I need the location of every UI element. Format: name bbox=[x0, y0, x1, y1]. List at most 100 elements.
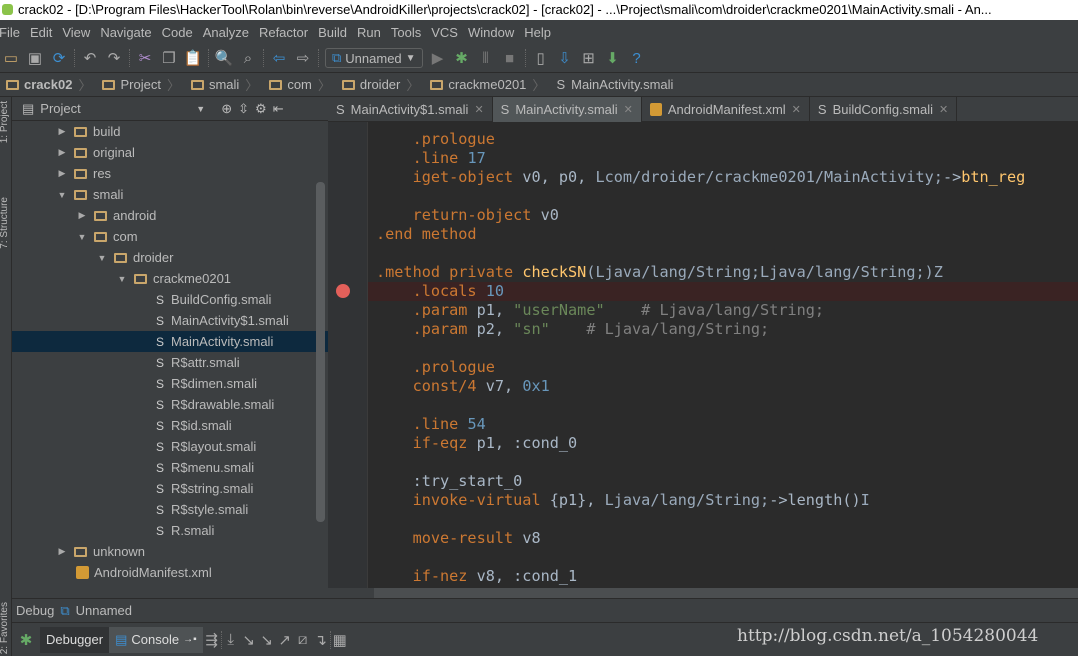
run-icon[interactable]: ▶ bbox=[429, 49, 447, 67]
project-tool-button[interactable]: 1: Project bbox=[0, 101, 10, 143]
menu-run[interactable]: Run bbox=[357, 25, 381, 40]
android-icon[interactable]: ⬇ bbox=[604, 49, 622, 67]
step-over-icon[interactable]: ⤓ bbox=[222, 631, 240, 649]
collapse-all-icon[interactable]: ⇳ bbox=[238, 101, 249, 117]
tab-debugger[interactable]: Debugger bbox=[40, 626, 110, 653]
menu-analyze[interactable]: Analyze bbox=[203, 25, 249, 40]
stop-icon[interactable]: ■ bbox=[501, 49, 519, 67]
menu-help[interactable]: Help bbox=[524, 25, 551, 40]
redo-icon[interactable]: ↷ bbox=[105, 49, 123, 67]
close-tab-icon[interactable]: ✕ bbox=[792, 103, 801, 116]
undo-icon[interactable]: ↶ bbox=[81, 49, 99, 67]
tree-item[interactable]: AndroidManifest.xml bbox=[12, 562, 328, 583]
tree-item[interactable]: ▶ android bbox=[12, 205, 328, 226]
breadcrumb-item[interactable]: crack02 〉 bbox=[0, 75, 96, 94]
tree-item[interactable]: S MainActivity$1.smali bbox=[12, 310, 328, 331]
back-icon[interactable]: ⇦ bbox=[270, 49, 288, 67]
tab-mainactivity-1-smali[interactable]: S MainActivity$1.smali ✕ bbox=[328, 97, 493, 122]
tree-item[interactable]: ▼ com bbox=[12, 226, 328, 247]
tree-item[interactable]: ▶ res bbox=[12, 163, 328, 184]
close-tab-icon[interactable]: ✕ bbox=[624, 103, 633, 116]
favorites-tool-button[interactable]: 2: Favorites bbox=[0, 602, 10, 654]
step-out-icon[interactable]: ↗ bbox=[276, 631, 294, 649]
breadcrumb-item[interactable]: Project 〉 bbox=[96, 75, 184, 94]
menu-file[interactable]: File bbox=[0, 25, 20, 40]
tab-buildconfig-smali[interactable]: S BuildConfig.smali ✕ bbox=[810, 97, 958, 122]
tree-item[interactable]: S R$layout.smali bbox=[12, 436, 328, 457]
close-tab-icon[interactable]: ✕ bbox=[939, 103, 948, 116]
sync-icon[interactable]: ⟳ bbox=[50, 49, 68, 67]
tree-item[interactable]: S R$dimen.smali bbox=[12, 373, 328, 394]
project-view-selector[interactable]: Project bbox=[40, 101, 190, 116]
menu-tools[interactable]: Tools bbox=[391, 25, 421, 40]
tree-item[interactable]: ▼ crackme0201 bbox=[12, 268, 328, 289]
breadcrumb-item[interactable]: S MainActivity.smali bbox=[550, 77, 678, 92]
sdk-manager-icon[interactable]: ⇩ bbox=[556, 49, 574, 67]
breakpoint-icon[interactable] bbox=[336, 284, 350, 298]
save-icon[interactable]: ▣ bbox=[26, 49, 44, 67]
close-tab-icon[interactable]: ✕ bbox=[474, 103, 483, 116]
menu-build[interactable]: Build bbox=[318, 25, 347, 40]
tree-item[interactable]: S R$style.smali bbox=[12, 499, 328, 520]
menu-view[interactable]: View bbox=[62, 25, 90, 40]
collapsed-arrow-icon[interactable]: ▶ bbox=[56, 126, 68, 137]
tree-item[interactable]: ▶ build bbox=[12, 121, 328, 142]
expanded-arrow-icon[interactable]: ▼ bbox=[96, 253, 108, 263]
menu-code[interactable]: Code bbox=[162, 25, 193, 40]
tree-item[interactable]: S BuildConfig.smali bbox=[12, 289, 328, 310]
project-tree-scrollbar[interactable] bbox=[316, 182, 325, 522]
tree-item[interactable]: S R$drawable.smali bbox=[12, 394, 328, 415]
menu-refactor[interactable]: Refactor bbox=[259, 25, 308, 40]
menu-window[interactable]: Window bbox=[468, 25, 514, 40]
run-to-cursor-icon[interactable]: ↴ bbox=[312, 631, 330, 649]
drop-frame-icon[interactable]: ⧄ bbox=[294, 631, 312, 649]
step-into-icon[interactable]: ↘ bbox=[240, 631, 258, 649]
menu-edit[interactable]: Edit bbox=[30, 25, 52, 40]
debug-restart-icon[interactable]: ✱ bbox=[12, 631, 40, 649]
collapsed-arrow-icon[interactable]: ▶ bbox=[56, 168, 68, 179]
forward-icon[interactable]: ⇨ bbox=[294, 49, 312, 67]
copy-icon[interactable]: ❐ bbox=[160, 49, 178, 67]
tree-item[interactable]: ▼ smali bbox=[12, 184, 328, 205]
breadcrumb-item[interactable]: com 〉 bbox=[263, 75, 336, 94]
code-editor[interactable]: .prologue .line 17 iget-object v0, p0, L… bbox=[368, 122, 1078, 588]
open-icon[interactable]: ▭ bbox=[2, 49, 20, 67]
collapsed-arrow-icon[interactable]: ▶ bbox=[56, 546, 68, 557]
breadcrumb-item[interactable]: smali 〉 bbox=[185, 75, 263, 94]
attach-icon[interactable]: ⫴ bbox=[477, 49, 495, 67]
breadcrumb-item[interactable]: crackme0201 〉 bbox=[424, 75, 550, 94]
collapsed-arrow-icon[interactable]: ▶ bbox=[76, 210, 88, 221]
tab-mainactivity-smali[interactable]: S MainActivity.smali ✕ bbox=[492, 97, 642, 122]
tree-item[interactable]: S MainActivity.smali bbox=[12, 331, 328, 352]
structure-icon[interactable]: ⊞ bbox=[580, 49, 598, 67]
editor-gutter[interactable] bbox=[328, 122, 368, 588]
tree-item[interactable]: S R$attr.smali bbox=[12, 352, 328, 373]
menu-vcs[interactable]: VCS bbox=[431, 25, 458, 40]
avd-manager-icon[interactable]: ▯ bbox=[532, 49, 550, 67]
tree-item[interactable]: ▶ original bbox=[12, 142, 328, 163]
expanded-arrow-icon[interactable]: ▼ bbox=[56, 190, 68, 200]
hide-panel-icon[interactable]: ⇤ bbox=[273, 101, 284, 117]
tree-item[interactable]: ▦apktool.yml bbox=[12, 583, 328, 588]
pin-icon[interactable]: →▪ bbox=[183, 634, 197, 645]
tree-item[interactable]: ▼ droider bbox=[12, 247, 328, 268]
menu-navigate[interactable]: Navigate bbox=[100, 25, 151, 40]
tree-item[interactable]: S R.smali bbox=[12, 520, 328, 541]
show-execution-point-icon[interactable]: ⇶ bbox=[203, 631, 221, 649]
help-icon[interactable]: ? bbox=[628, 49, 646, 67]
tab-console[interactable]: ▤ Console →▪ bbox=[109, 626, 203, 653]
force-step-into-icon[interactable]: ↘ bbox=[258, 631, 276, 649]
tab-androidmanifest-xml[interactable]: AndroidManifest.xml ✕ bbox=[642, 97, 810, 122]
replace-icon[interactable]: ⌕ bbox=[239, 49, 257, 67]
breadcrumb-item[interactable]: droider 〉 bbox=[336, 75, 424, 94]
expanded-arrow-icon[interactable]: ▼ bbox=[76, 232, 88, 242]
collapsed-arrow-icon[interactable]: ▶ bbox=[56, 147, 68, 158]
evaluate-expression-icon[interactable]: ▦ bbox=[331, 631, 349, 649]
tree-item[interactable]: ▶ unknown bbox=[12, 541, 328, 562]
tree-item[interactable]: S R$string.smali bbox=[12, 478, 328, 499]
tree-item[interactable]: S R$menu.smali bbox=[12, 457, 328, 478]
scroll-from-source-icon[interactable]: ⊕ bbox=[221, 101, 232, 117]
tree-item[interactable]: S R$id.smali bbox=[12, 415, 328, 436]
structure-tool-button[interactable]: 7: Structure bbox=[0, 197, 10, 249]
paste-icon[interactable]: 📋 bbox=[184, 49, 203, 67]
